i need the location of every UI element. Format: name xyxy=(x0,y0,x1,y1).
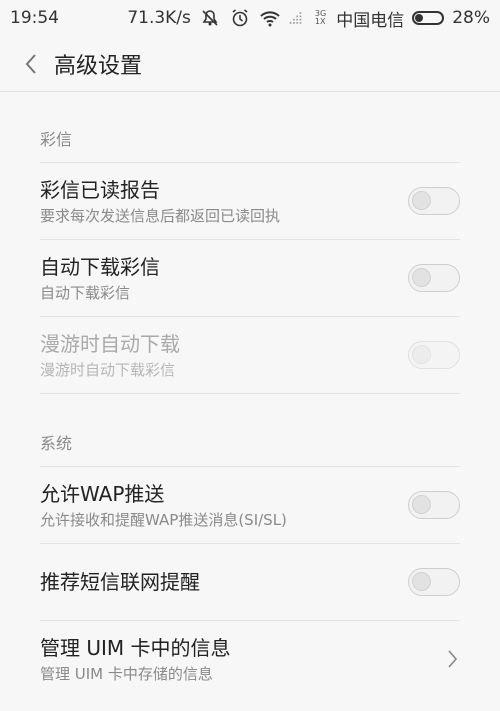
setting-subtitle: 允许接收和提醒WAP推送消息(SI/SL) xyxy=(40,510,287,529)
setting-manage-uim-messages[interactable]: 管理 UIM 卡中的信息 管理 UIM 卡中存储的信息 xyxy=(40,620,460,697)
mms-read-report-toggle[interactable] xyxy=(408,187,460,215)
page-title: 高级设置 xyxy=(54,53,143,79)
battery-level xyxy=(415,14,424,22)
alarm-off-icon xyxy=(202,10,218,26)
toggle-knob xyxy=(412,191,431,210)
setting-title: 管理 UIM 卡中的信息 xyxy=(40,635,231,660)
settings-list: 彩信 彩信已读报告 要求每次发送信息后都返回已读回执 自动下载彩信 自动下载彩信… xyxy=(0,92,500,697)
battery-percent: 28% xyxy=(452,8,490,28)
toggle-knob xyxy=(412,268,431,287)
section-header-mms: 彩信 xyxy=(40,130,73,149)
network-speed: 71.3K/s xyxy=(127,8,191,28)
section-header-system: 系统 xyxy=(40,434,73,453)
title-bar: 高级设置 xyxy=(0,36,500,92)
roaming-auto-download-toggle xyxy=(408,341,460,369)
carrier-name: 中国电信 xyxy=(336,10,405,31)
setting-subtitle: 漫游时自动下载彩信 xyxy=(40,360,176,379)
toggle-knob xyxy=(412,572,431,591)
status-time: 19:54 xyxy=(10,8,59,28)
setting-subtitle: 管理 UIM 卡中存储的信息 xyxy=(40,664,213,683)
setting-title: 允许WAP推送 xyxy=(40,481,165,506)
setting-title: 漫游时自动下载 xyxy=(40,331,180,356)
back-button[interactable] xyxy=(16,44,46,84)
status-bar: 19:54 71.3K/s 3G 1X 中国电信 28% xyxy=(0,0,500,36)
toggle-knob xyxy=(412,495,431,514)
setting-title: 自动下载彩信 xyxy=(40,254,160,279)
setting-title: 彩信已读报告 xyxy=(40,177,160,202)
chevron-right-icon xyxy=(448,650,458,668)
setting-wap-push[interactable]: 允许WAP推送 允许接收和提醒WAP推送消息(SI/SL) xyxy=(40,466,460,543)
setting-sms-network-reminder[interactable]: 推荐短信联网提醒 xyxy=(40,543,460,620)
setting-title: 推荐短信联网提醒 xyxy=(40,570,200,594)
setting-roaming-auto-download: 漫游时自动下载 漫游时自动下载彩信 xyxy=(40,316,460,393)
battery-icon xyxy=(412,11,445,25)
divider xyxy=(40,393,460,394)
toggle-knob xyxy=(412,345,431,364)
network-type: 3G 1X xyxy=(314,9,327,26)
chevron-left-icon xyxy=(25,53,36,74)
setting-mms-read-report[interactable]: 彩信已读报告 要求每次发送信息后都返回已读回执 xyxy=(40,162,460,239)
setting-auto-download-mms[interactable]: 自动下载彩信 自动下载彩信 xyxy=(40,239,460,316)
sms-network-reminder-toggle[interactable] xyxy=(408,568,460,596)
setting-subtitle: 自动下载彩信 xyxy=(40,283,131,302)
setting-subtitle: 要求每次发送信息后都返回已读回执 xyxy=(40,206,281,225)
wifi-icon xyxy=(260,11,280,27)
alarm-clock-icon xyxy=(232,9,248,27)
auto-download-mms-toggle[interactable] xyxy=(408,264,460,292)
wap-push-toggle[interactable] xyxy=(408,491,460,519)
signal-icon xyxy=(289,12,302,24)
